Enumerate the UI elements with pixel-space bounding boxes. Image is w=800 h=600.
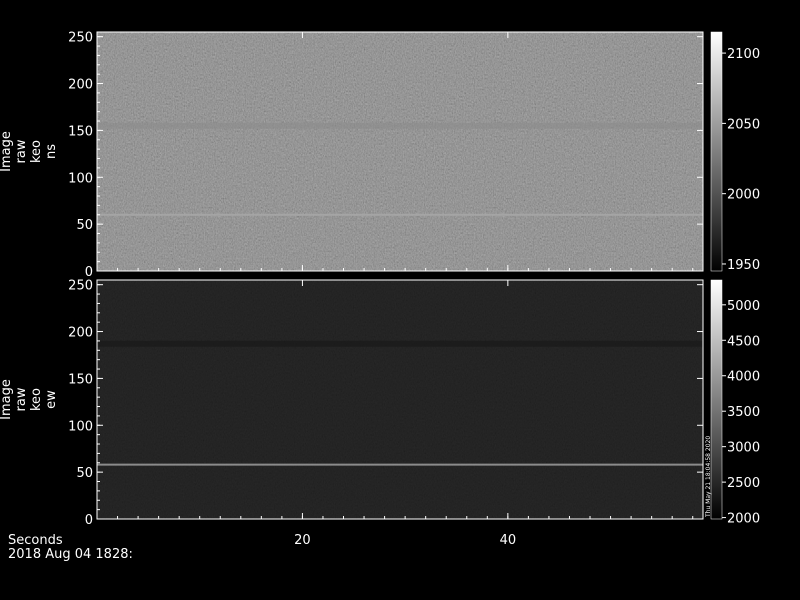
y-tick-label: 200 [68, 326, 93, 341]
y-tick-label: 150 [68, 372, 93, 387]
x-tick-label: 40 [500, 533, 517, 548]
y-tick-label: 50 [76, 466, 93, 481]
y-tick-label: 250 [68, 279, 93, 294]
colorbar-tick-label: 2000 [727, 188, 760, 203]
colorbar-tick-label: 1950 [727, 258, 760, 273]
y-axis-label-line: raw [14, 139, 29, 163]
y-tick-label: 50 [76, 218, 93, 233]
y-tick-label: 0 [85, 513, 93, 528]
y-tick-label: 100 [68, 171, 93, 186]
keogram-panel-2: 0 50 100 150 200 250 Image raw keo ew 2000 2500 3000… [0, 279, 760, 548]
keogram-figure: 050100150200250Image raw keo ns195020002050… [0, 31, 760, 562]
y-axis-label-line: Image [0, 379, 14, 420]
colorbar-tick-label: 3000 [727, 441, 760, 456]
y-axis-label-line: Image [0, 131, 14, 172]
y-axis-label-line: keo [29, 388, 44, 411]
image-horizontal-line [97, 213, 703, 216]
y-tick-label: 150 [68, 124, 93, 139]
y-tick-label: 100 [68, 419, 93, 434]
image-noise [97, 32, 703, 271]
colorbar-tick-label: 2000 [727, 512, 760, 527]
y-tick-label: 250 [68, 31, 93, 46]
colorbar-tick-label: 4500 [727, 334, 760, 349]
y-axis-label-line: raw [14, 387, 29, 411]
y-axis-label-line: ew [44, 390, 59, 409]
y-axis-label-line: ns [44, 144, 59, 159]
y-tick-label: 200 [68, 78, 93, 93]
colorbar [710, 279, 723, 520]
x-tick-label: 20 [294, 533, 311, 548]
date-label: 2018 Aug 04 1828: [8, 547, 133, 562]
image-horizontal-band [97, 122, 703, 129]
colorbar-tick-label: 4000 [727, 370, 760, 385]
image-noise [97, 280, 703, 519]
colorbar-timestamp: Thu May 21 18:04:58 2020 [705, 436, 712, 518]
colorbar-tick-label: 5000 [727, 299, 760, 314]
colorbar-tick-label: 2100 [727, 47, 760, 62]
keogram-panel-1: 050100150200250Image raw keo ns195020002050… [0, 31, 760, 280]
image-horizontal-line [97, 463, 703, 466]
y-axis-label-line: keo [29, 140, 44, 163]
colorbar-tick-label: 2050 [727, 117, 760, 132]
x-axis-label: Seconds [8, 533, 63, 548]
image-horizontal-band [97, 340, 703, 347]
colorbar-tick-label: 3500 [727, 405, 760, 420]
colorbar [710, 31, 723, 272]
colorbar-tick-label: 2500 [727, 476, 760, 491]
